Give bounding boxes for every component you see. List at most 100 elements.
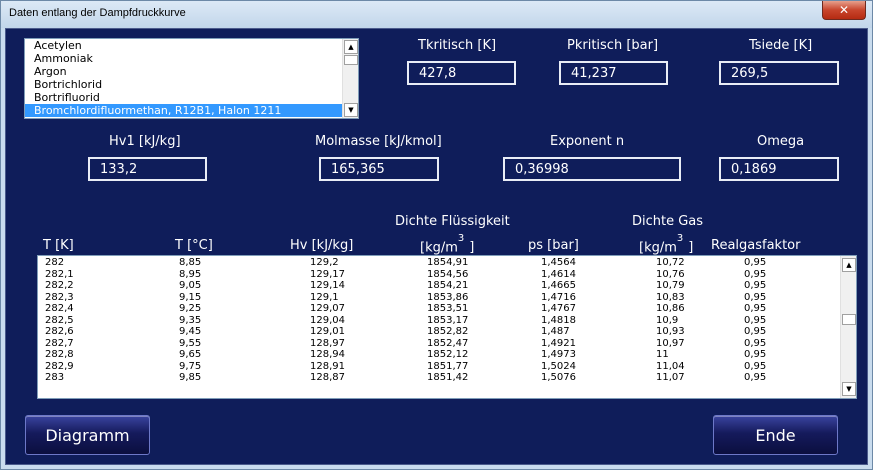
table-cell: 282 [45, 257, 65, 268]
table-cell: 1,4818 [541, 314, 576, 326]
tkrit-field[interactable]: 427,8 [407, 61, 516, 85]
table-cell: 1851,77 [427, 360, 469, 372]
molmasse-label: Molmasse [kJ/kmol] [315, 134, 442, 149]
data-listbox[interactable]: 282 8,85 129,2 1854,91 1,4564 10,72 0,95 282,1 8… [37, 255, 857, 399]
table-cell: 1,4564 [541, 257, 576, 268]
substance-item[interactable]: Bromchlordifluormethan, R12B1, Halon 121… [25, 104, 358, 117]
group-header-gas-density: Dichte Gas [632, 214, 704, 229]
exponent-field[interactable]: 0,36998 [503, 157, 681, 181]
data-scroll-down-icon[interactable]: ▼ [842, 382, 856, 396]
omega-label: Omega [757, 134, 805, 149]
table-cell: 10,72 [656, 257, 685, 268]
col-header-rho-fluid: [kg/m3] [420, 233, 475, 256]
table-cell: 9,25 [179, 303, 202, 314]
scroll-down-icon[interactable]: ▼ [344, 103, 358, 117]
table-cell: 129,17 [310, 268, 345, 280]
data-scrollbar[interactable]: ▲ ▼ [840, 256, 856, 398]
table-cell: 9,35 [179, 314, 202, 326]
table-cell: 1,4665 [541, 280, 576, 291]
scroll-up-icon[interactable]: ▲ [344, 40, 358, 54]
col-header-rho-gas: [kg/m3] [639, 233, 694, 256]
table-cell: 129,14 [310, 280, 345, 291]
substance-item[interactable]: Bortrifluorid [25, 91, 358, 104]
rho-fluid-close: ] [469, 240, 475, 256]
table-cell: 1,4921 [541, 337, 576, 349]
omega-field[interactable]: 0,1869 [719, 157, 839, 181]
col-header-t-c: T [°C] [175, 238, 213, 253]
table-cell: 0,95 [744, 349, 767, 360]
col-header-ps: ps [bar] [528, 238, 579, 253]
diagramm-button[interactable]: Diagramm [25, 415, 150, 455]
table-row[interactable]: 282,1 8,95 129,17 1854,56 1,4614 10,76 0,95 [38, 269, 856, 281]
table-cell: 1852,47 [427, 337, 469, 349]
table-cell: 9,55 [179, 337, 202, 349]
rho-gas-unit: [kg/m [639, 240, 677, 256]
tsiede-field[interactable]: 269,5 [719, 61, 839, 85]
table-row[interactable]: 282,9 9,75 128,91 1851,77 1,5024 11,04 0,95 [38, 361, 856, 373]
table-cell: 9,65 [179, 349, 202, 360]
table-row[interactable]: 282,6 9,45 129,01 1852,82 1,487 10,93 0,95 [38, 326, 856, 338]
table-cell: 282,3 [45, 291, 74, 303]
table-cell: 0,95 [744, 291, 767, 303]
title-bar: Daten entlang der Dampfdruckkurve ✕ [1, 1, 872, 28]
substance-listbox[interactable]: Acetylen Ammoniak Argon Bortrichlorid Bortri… [24, 38, 359, 119]
substance-item[interactable]: Acetylen [25, 39, 358, 52]
col-header-hv: Hv [kJ/kg] [290, 238, 354, 253]
table-row[interactable]: 282,5 9,35 129,04 1853,17 1,4818 10,9 0,95 [38, 315, 856, 327]
app-window: Daten entlang der Dampfdruckkurve ✕ Acet… [0, 0, 873, 470]
data-rows: 282 8,85 129,2 1854,91 1,4564 10,72 0,95 282,1 8… [38, 256, 856, 384]
table-cell: 128,91 [310, 360, 345, 372]
table-cell: 0,95 [744, 314, 767, 326]
table-cell: 1,4767 [541, 303, 576, 314]
table-row[interactable]: 282 8,85 129,2 1854,91 1,4564 10,72 0,95 [38, 257, 856, 269]
table-row[interactable]: 282,2 9,05 129,14 1854,21 1,4665 10,79 0,95 [38, 280, 856, 292]
table-cell: 129,04 [310, 314, 345, 326]
table-cell: 10,97 [656, 337, 685, 349]
substance-item[interactable]: Argon [25, 65, 358, 78]
table-row[interactable]: 282,8 9,65 128,94 1852,12 1,4973 11 0,95 [38, 349, 856, 361]
substance-items: Acetylen Ammoniak Argon Bortrichlorid Bortri… [25, 39, 358, 117]
table-cell: 10,86 [656, 303, 685, 314]
table-cell: 8,85 [179, 257, 202, 268]
data-scroll-thumb[interactable] [842, 314, 856, 325]
substance-item[interactable]: Ammoniak [25, 52, 358, 65]
close-button[interactable]: ✕ [822, 1, 866, 20]
table-row[interactable]: 283 9,85 128,87 1851,42 1,5076 11,07 0,95 [38, 372, 856, 384]
table-cell: 282,8 [45, 349, 74, 360]
scroll-thumb[interactable] [344, 55, 358, 65]
table-cell: 10,79 [656, 280, 685, 291]
substance-item[interactable]: Bortrichlorid [25, 78, 358, 91]
close-icon: ✕ [838, 3, 850, 17]
table-row[interactable]: 282,7 9,55 128,97 1852,47 1,4921 10,97 0,95 [38, 338, 856, 350]
client-area: Acetylen Ammoniak Argon Bortrichlorid Bortri… [5, 28, 868, 465]
table-cell: 10,9 [656, 314, 679, 326]
window-title: Daten entlang der Dampfdruckkurve [9, 7, 186, 19]
col-header-realgas: Realgasfaktor [711, 238, 801, 253]
table-cell: 1854,56 [427, 268, 469, 280]
table-cell: 283 [45, 372, 65, 383]
col-header-t-k: T [K] [43, 238, 74, 253]
table-cell: 129,07 [310, 303, 345, 314]
ende-button[interactable]: Ende [713, 415, 838, 455]
hv1-field[interactable]: 133,2 [88, 157, 207, 181]
rho-gas-close: ] [688, 240, 694, 256]
table-cell: 129,1 [310, 291, 339, 303]
table-cell: 10,83 [656, 291, 685, 303]
pkrit-field[interactable]: 41,237 [559, 61, 668, 85]
table-cell: 0,95 [744, 268, 767, 280]
table-cell: 1851,42 [427, 372, 469, 383]
table-row[interactable]: 282,3 9,15 129,1 1853,86 1,4716 10,83 0,95 [38, 292, 856, 304]
table-cell: 11,04 [656, 360, 685, 372]
table-cell: 0,95 [744, 326, 767, 337]
table-cell: 10,93 [656, 326, 685, 337]
substance-scrollbar[interactable]: ▲ ▼ [342, 39, 358, 118]
table-cell: 1,487 [541, 326, 570, 337]
molmasse-field[interactable]: 165,365 [319, 157, 439, 181]
table-cell: 282,9 [45, 360, 74, 372]
table-row[interactable]: 282,4 9,25 129,07 1853,51 1,4767 10,86 0,95 [38, 303, 856, 315]
data-scroll-up-icon[interactable]: ▲ [842, 258, 856, 272]
table-cell: 1,5024 [541, 360, 576, 372]
table-cell: 0,95 [744, 303, 767, 314]
table-cell: 0,95 [744, 360, 767, 372]
table-cell: 0,95 [744, 337, 767, 349]
